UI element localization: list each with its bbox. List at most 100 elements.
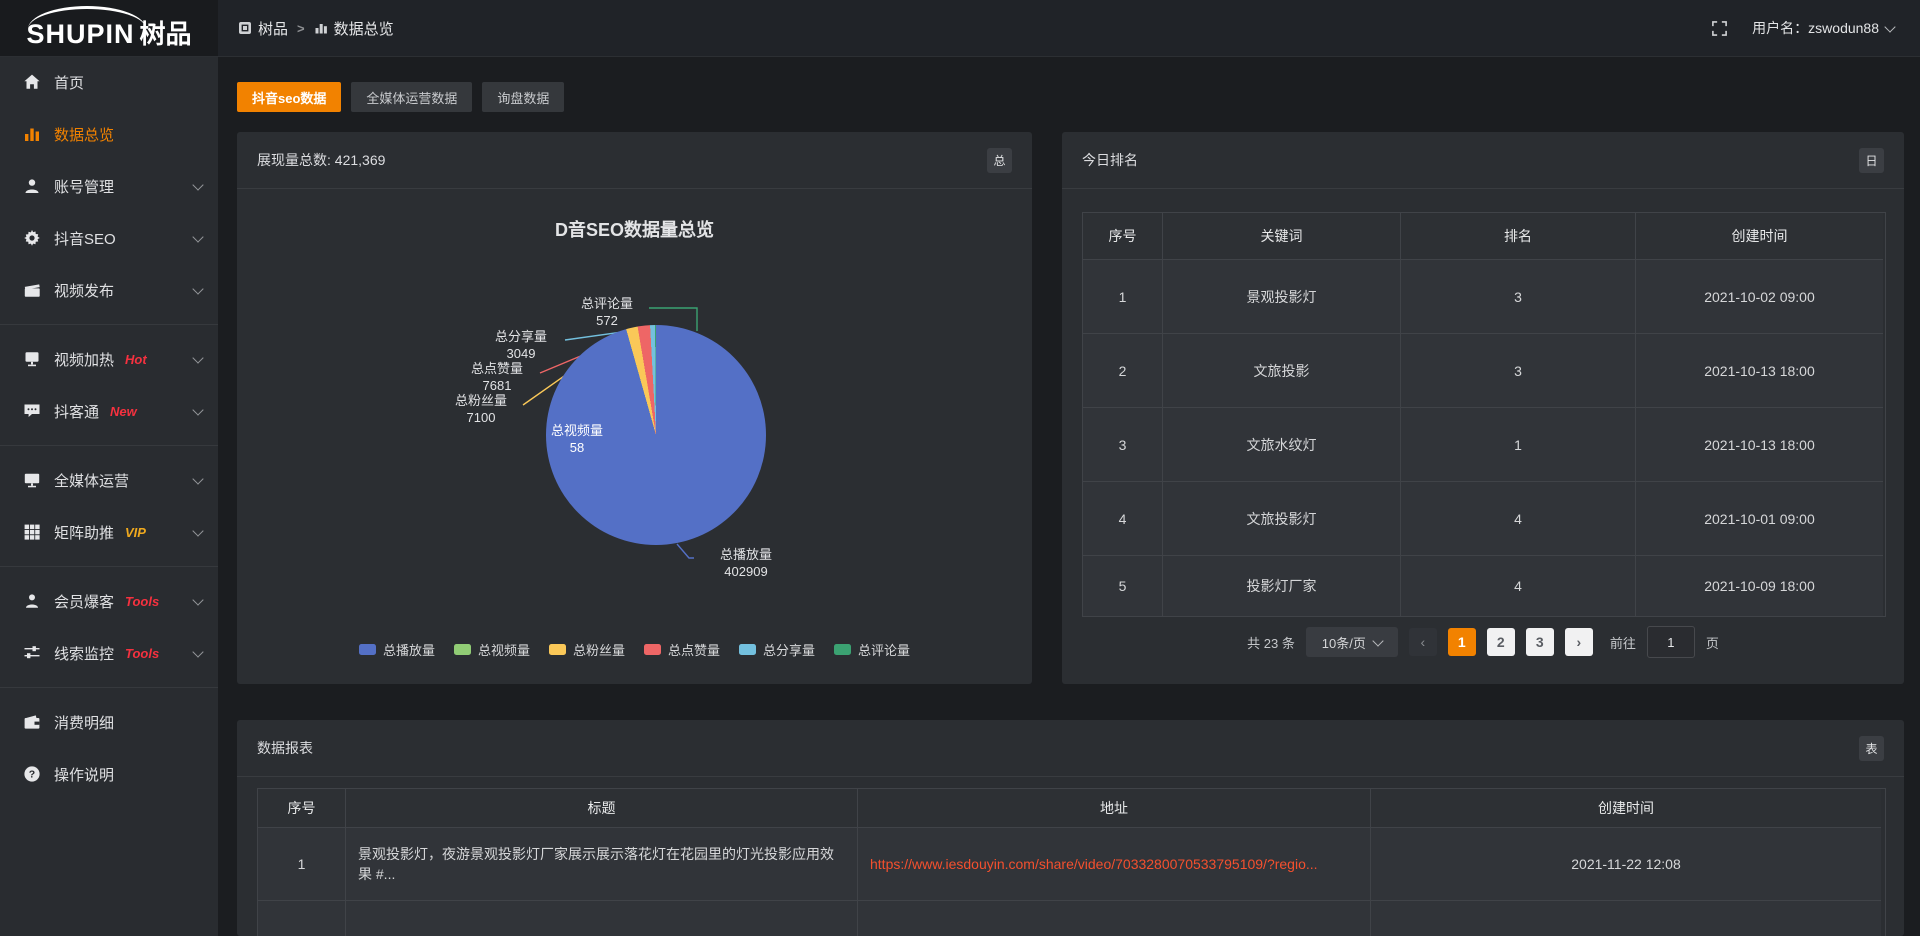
sidebar-item-label: 数据总览 [54,124,114,145]
pie-label-plays: 总播放量 402909 [696,546,796,580]
chevron-down-icon [192,473,203,484]
next-page-button[interactable]: › [1565,628,1593,656]
home-icon [22,73,41,92]
grid-icon [22,523,41,542]
total-count-label: 共 23 条 [1247,633,1295,652]
legend-item-videos[interactable]: 总视频量 [454,640,530,659]
sidebar-item-member-burst[interactable]: 会员爆客 Tools [0,575,218,627]
sidebar-divider [0,687,218,688]
table-cell: 1 [258,828,346,901]
new-badge: New [110,404,137,419]
seo-chart-panel: 展现量总数: 421,369 总 D音SEO数据量总览 总评论量 572 总分享… [237,132,1032,684]
sidebar-item-media-operation[interactable]: 全媒体运营 [0,454,218,506]
breadcrumb-separator: > [297,21,305,36]
pie-label-name: 总分享量 [481,328,561,345]
legend-label: 总播放量 [383,640,435,659]
legend-label: 总点赞量 [668,640,720,659]
prev-page-button[interactable]: ‹ [1409,628,1437,656]
sidebar-item-label: 线索监控 [54,643,114,664]
legend-item-shares[interactable]: 总分享量 [739,640,815,659]
legend-swatch [549,644,566,655]
pie-label-value: 402909 [696,563,796,580]
legend-item-fans[interactable]: 总粉丝量 [549,640,625,659]
table-cell: 4 [1401,482,1636,556]
table-cell: 1 [1083,260,1163,334]
video-link[interactable]: https://www.iesdouyin.com/share/video/70… [870,856,1358,872]
chat-bubble-icon [22,402,41,421]
column-header: 排名 [1401,213,1636,260]
fullscreen-icon[interactable] [1711,20,1728,37]
tab-media-operation-data[interactable]: 全媒体运营数据 [351,82,472,112]
sidebar-item-douketong[interactable]: 抖客通 New [0,385,218,437]
column-header: 序号 [1083,213,1163,260]
column-header: 地址 [858,789,1371,828]
pagination: 共 23 条 10条/页 ‹ 1 2 3 › 前往 页 [1062,626,1904,658]
page-button-2[interactable]: 2 [1487,628,1515,656]
person-icon [22,592,41,611]
breadcrumb-current[interactable]: 数据总览 [314,18,394,39]
tab-inquiry-data[interactable]: 询盘数据 [482,82,564,112]
sidebar-item-account[interactable]: 账号管理 [0,160,218,212]
pie-label-likes: 总点赞量 7681 [457,360,537,394]
report-panel-title: 数据报表 [257,738,313,758]
user-menu[interactable]: 用户名：zswodun88 [1752,18,1894,38]
today-rank-panel: 今日排名 日 序号 关键词 排名 创建时间 1 景观投影灯 3 2021-10-… [1062,132,1904,684]
legend-item-plays[interactable]: 总播放量 [359,640,435,659]
day-toggle-button[interactable]: 日 [1859,148,1884,173]
report-table: 序号 标题 地址 创建时间 1 景观投影灯，夜游景观投影灯厂家展示展示落花灯在花… [257,788,1886,936]
legend-item-comments[interactable]: 总评论量 [834,640,910,659]
sidebar-item-video-publish[interactable]: 视频发布 [0,264,218,316]
sidebar-item-help[interactable]: ? 操作说明 [0,748,218,800]
tools-badge: Tools [125,594,159,609]
page-size-select[interactable]: 10条/页 [1306,627,1398,657]
chevron-down-icon [192,352,203,363]
gear-icon [22,229,41,248]
tab-douyin-seo-data[interactable]: 抖音seo数据 [237,82,341,112]
pie-label-name: 总评论量 [567,295,647,312]
chevron-down-icon [1884,21,1895,32]
top-bar: SHUPIN 树品 树品 > 数据总览 [0,0,1920,57]
sidebar-nav: 首页 数据总览 账号管理 抖音SEO 视频发布 视频加热 Hot [0,56,218,936]
rank-table: 序号 关键词 排名 创建时间 1 景观投影灯 3 2021-10-02 09:0… [1082,212,1886,617]
sidebar-item-label: 全媒体运营 [54,470,129,491]
report-panel-header: 数据报表 表 [237,720,1904,777]
brand-logo[interactable]: SHUPIN 树品 [26,5,191,51]
chart-legend: 总播放量 总视频量 总粉丝量 总点赞量 总分享量 总评论量 [237,640,1032,659]
chevron-down-icon [192,231,203,242]
page-button-3[interactable]: 3 [1526,628,1554,656]
screen-icon [22,350,41,369]
table-cell: 2021-10-02 09:00 [1636,260,1883,334]
page-button-1[interactable]: 1 [1448,628,1476,656]
sidebar-item-matrix-boost[interactable]: 矩阵助推 VIP [0,506,218,558]
table-cell: 3 [1401,334,1636,408]
legend-item-likes[interactable]: 总点赞量 [644,640,720,659]
logo-zone: SHUPIN 树品 [0,0,218,56]
table-toggle-button[interactable]: 表 [1859,736,1884,761]
legend-swatch [359,644,376,655]
chart-title: D音SEO数据量总览 [237,216,1032,242]
breadcrumb-current-label: 数据总览 [334,18,394,39]
chevron-down-icon [192,179,203,190]
sidebar-item-douyin-seo[interactable]: 抖音SEO [0,212,218,264]
sidebar-item-video-heat[interactable]: 视频加热 Hot [0,333,218,385]
table-cell: 2021-10-09 18:00 [1636,556,1883,616]
pie-label-name: 总视频量 [539,422,615,439]
sidebar-item-data-overview[interactable]: 数据总览 [0,108,218,160]
pie-label-comments: 总评论量 572 [567,295,647,329]
breadcrumb: 树品 > 数据总览 [238,18,394,39]
table-cell: 2 [1083,334,1163,408]
sidebar-item-lead-monitor[interactable]: 线索监控 Tools [0,627,218,679]
pie-label-shares: 总分享量 3049 [481,328,561,362]
breadcrumb-root[interactable]: 树品 [238,18,288,39]
sidebar-item-label: 抖音SEO [54,228,116,249]
sidebar-item-home[interactable]: 首页 [0,56,218,108]
tools-badge: Tools [125,646,159,661]
table-cell: 4 [1401,556,1636,616]
sidebar-item-label: 操作说明 [54,764,114,785]
pie-label-name: 总播放量 [696,546,796,563]
column-header: 创建时间 [1636,213,1883,260]
sidebar-item-spend-detail[interactable]: 消费明细 [0,696,218,748]
goto-page-input[interactable] [1647,626,1695,658]
column-header: 序号 [258,789,346,828]
table-cell: 5 [1083,556,1163,616]
